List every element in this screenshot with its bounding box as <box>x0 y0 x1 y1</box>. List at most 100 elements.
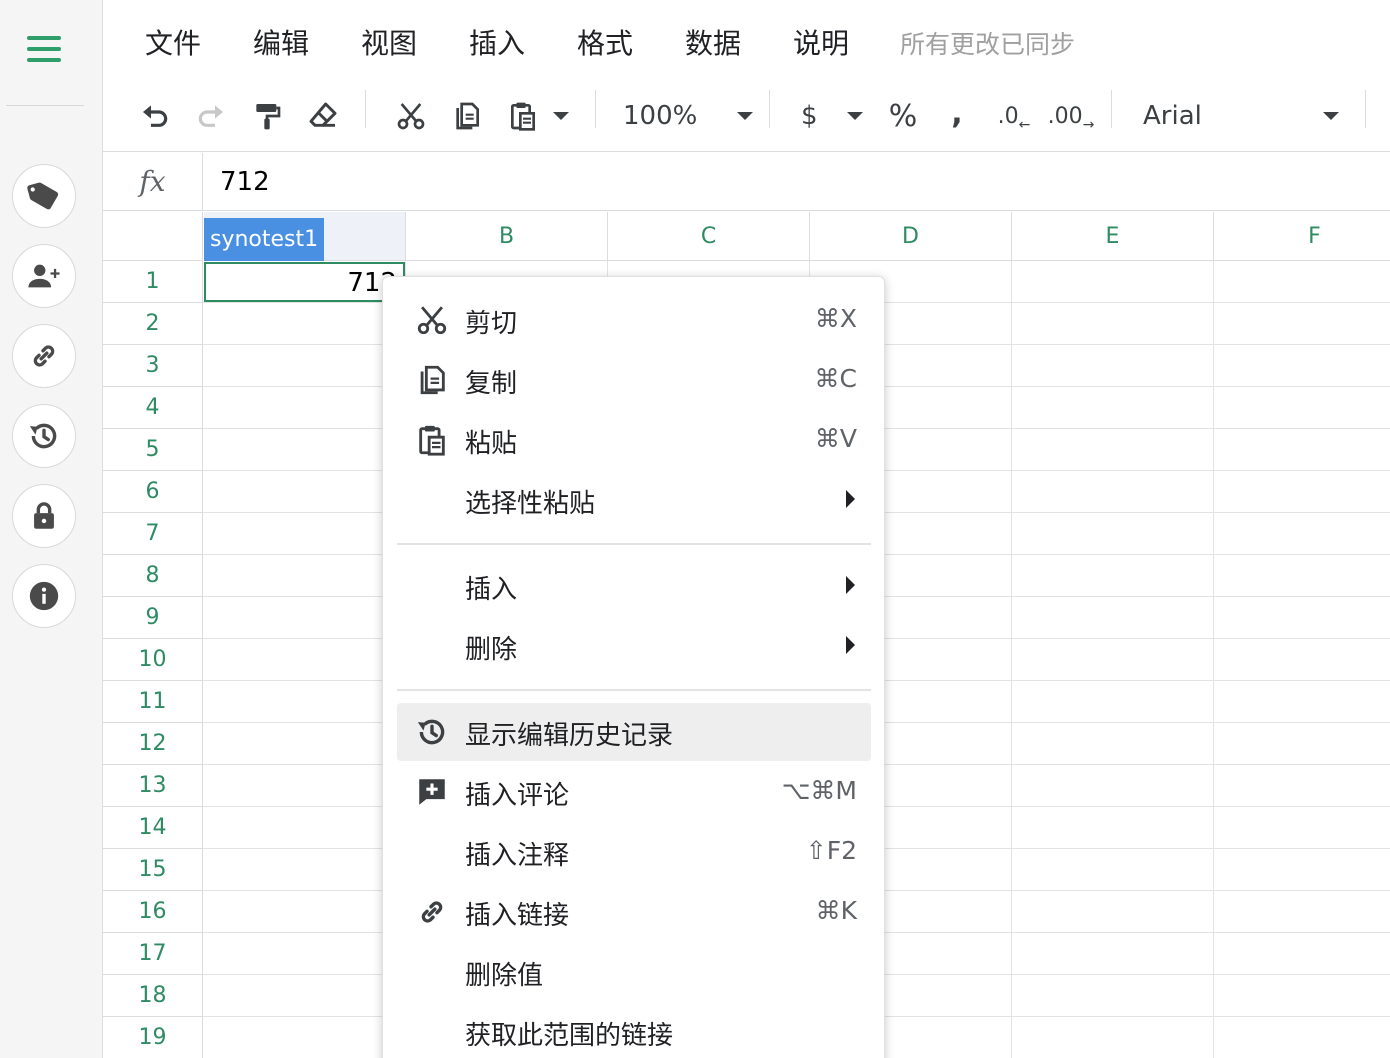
toolbar-separator <box>365 90 366 128</box>
menu-item-insert-comment[interactable]: 插入评论 ⌥⌘M <box>397 763 871 821</box>
toolbar-separator <box>595 90 596 128</box>
currency-icon: $ <box>801 101 818 131</box>
row-header[interactable]: 5 <box>103 429 203 471</box>
menu-item-delete-values[interactable]: 删除值 <box>397 943 871 1001</box>
menu-help[interactable]: 说明 <box>793 22 849 62</box>
row-header[interactable]: 18 <box>103 975 203 1017</box>
menu-item-insert[interactable]: 插入 <box>397 557 871 615</box>
menu-item-insert-note[interactable]: 插入注释 ⇧F2 <box>397 823 871 881</box>
menu-item-label: 删除值 <box>465 961 544 991</box>
menu-item-shortcut: ⌘X <box>814 304 857 333</box>
row-header[interactable]: 13 <box>103 765 203 807</box>
menu-item-shortcut: ⌘C <box>814 364 857 393</box>
column-header-c[interactable]: C <box>608 212 810 261</box>
select-all-corner[interactable] <box>103 212 203 261</box>
tag-icon <box>27 182 59 210</box>
cut-button[interactable] <box>391 90 431 142</box>
menu-item-paste[interactable]: 粘贴 ⌘V <box>397 411 871 469</box>
row-header[interactable]: 11 <box>103 681 203 723</box>
menu-data[interactable]: 数据 <box>685 22 741 62</box>
menu-file[interactable]: 文件 <box>145 22 201 62</box>
row-header[interactable]: 15 <box>103 849 203 891</box>
left-rail <box>0 0 103 1058</box>
menu-item-delete[interactable]: 删除 <box>397 617 871 675</box>
row-header[interactable]: 7 <box>103 513 203 555</box>
tag-button[interactable] <box>12 164 76 228</box>
column-header-e[interactable]: E <box>1012 212 1214 261</box>
share-link-button[interactable] <box>12 324 76 388</box>
paint-format-button[interactable] <box>247 90 287 142</box>
undo-button[interactable] <box>135 90 175 142</box>
permissions-button[interactable] <box>12 484 76 548</box>
version-history-button[interactable] <box>12 404 76 468</box>
column-gridline <box>1213 261 1214 1058</box>
undo-icon <box>143 105 168 127</box>
decrease-decimal-button[interactable]: .0 ← <box>993 90 1035 142</box>
menu-item-label: 选择性粘贴 <box>465 489 596 519</box>
menu-item-label: 插入链接 <box>465 901 570 931</box>
zoom-select[interactable]: 100% <box>623 90 753 142</box>
menu-item-paste-special[interactable]: 选择性粘贴 <box>397 471 871 529</box>
column-a-label: synotest1 <box>204 218 325 261</box>
row-header[interactable]: 4 <box>103 387 203 429</box>
row-header[interactable]: 8 <box>103 555 203 597</box>
menu-separator <box>397 689 871 691</box>
add-comment-icon <box>419 779 445 805</box>
add-user-button[interactable] <box>12 244 76 308</box>
arrow-right-icon: → <box>1082 117 1095 133</box>
column-header-f[interactable]: F <box>1214 212 1390 261</box>
scissors-icon <box>417 306 447 335</box>
font-value: Arial <box>1143 101 1202 131</box>
copy-button[interactable] <box>447 90 487 142</box>
font-select[interactable]: Arial <box>1143 90 1339 142</box>
row-header[interactable]: 2 <box>103 303 203 345</box>
paste-button[interactable] <box>503 90 543 142</box>
increase-decimal-button[interactable]: .00 → <box>1045 90 1097 142</box>
info-button[interactable] <box>12 564 76 628</box>
row-header[interactable]: 10 <box>103 639 203 681</box>
hamburger-menu-icon[interactable] <box>27 36 61 64</box>
menu-item-get-range-link[interactable]: 获取此范围的链接 <box>397 1003 871 1058</box>
menu-insert[interactable]: 插入 <box>469 22 525 62</box>
chevron-down-icon <box>847 112 863 120</box>
row-header[interactable]: 3 <box>103 345 203 387</box>
menu-item-label: 粘贴 <box>465 429 518 459</box>
percent-icon: % <box>888 98 918 134</box>
zoom-value: 100% <box>623 101 698 131</box>
column-header-b[interactable]: B <box>406 212 608 261</box>
row-header[interactable]: 9 <box>103 597 203 639</box>
fx-label: fx <box>103 153 203 210</box>
clear-format-button[interactable] <box>303 90 343 142</box>
row-header[interactable]: 6 <box>103 471 203 513</box>
menu-edit[interactable]: 编辑 <box>253 22 309 62</box>
menu-item-label: 获取此范围的链接 <box>465 1021 674 1051</box>
percent-format-button[interactable]: % <box>885 90 921 142</box>
menu-item-show-edit-history[interactable]: 显示编辑历史记录 <box>397 703 871 761</box>
increase-decimal-icon: .00 <box>1047 103 1083 129</box>
menu-format[interactable]: 格式 <box>577 22 633 62</box>
menu-item-label: 显示编辑历史记录 <box>465 721 674 751</box>
lock-icon <box>34 502 54 529</box>
arrow-left-icon: ← <box>1018 117 1031 133</box>
menu-item-label: 插入 <box>465 575 518 605</box>
row-header[interactable]: 19 <box>103 1017 203 1058</box>
row-header[interactable]: 16 <box>103 891 203 933</box>
menu-item-shortcut: ⌘V <box>814 424 857 453</box>
row-header[interactable]: 14 <box>103 807 203 849</box>
row-header[interactable]: 17 <box>103 933 203 975</box>
sync-status: 所有更改已同步 <box>900 30 1076 59</box>
menu-view[interactable]: 视图 <box>361 22 417 62</box>
menu-item-copy[interactable]: 复制 ⌘C <box>397 351 871 409</box>
paint-format-icon <box>256 104 281 130</box>
active-cell-a1[interactable]: 712 <box>204 262 405 302</box>
menu-item-insert-link[interactable]: 插入链接 ⌘K <box>397 883 871 941</box>
menu-item-cut[interactable]: 剪切 ⌘X <box>397 291 871 349</box>
formula-input[interactable]: 712 <box>220 167 270 197</box>
redo-button[interactable] <box>191 90 231 142</box>
comma-format-button[interactable]: , <box>945 90 969 142</box>
paste-dropdown[interactable] <box>549 90 573 142</box>
currency-format-button[interactable]: $ <box>801 90 863 142</box>
column-header-d[interactable]: D <box>810 212 1012 261</box>
row-header[interactable]: 12 <box>103 723 203 765</box>
row-header[interactable]: 1 <box>103 261 203 303</box>
